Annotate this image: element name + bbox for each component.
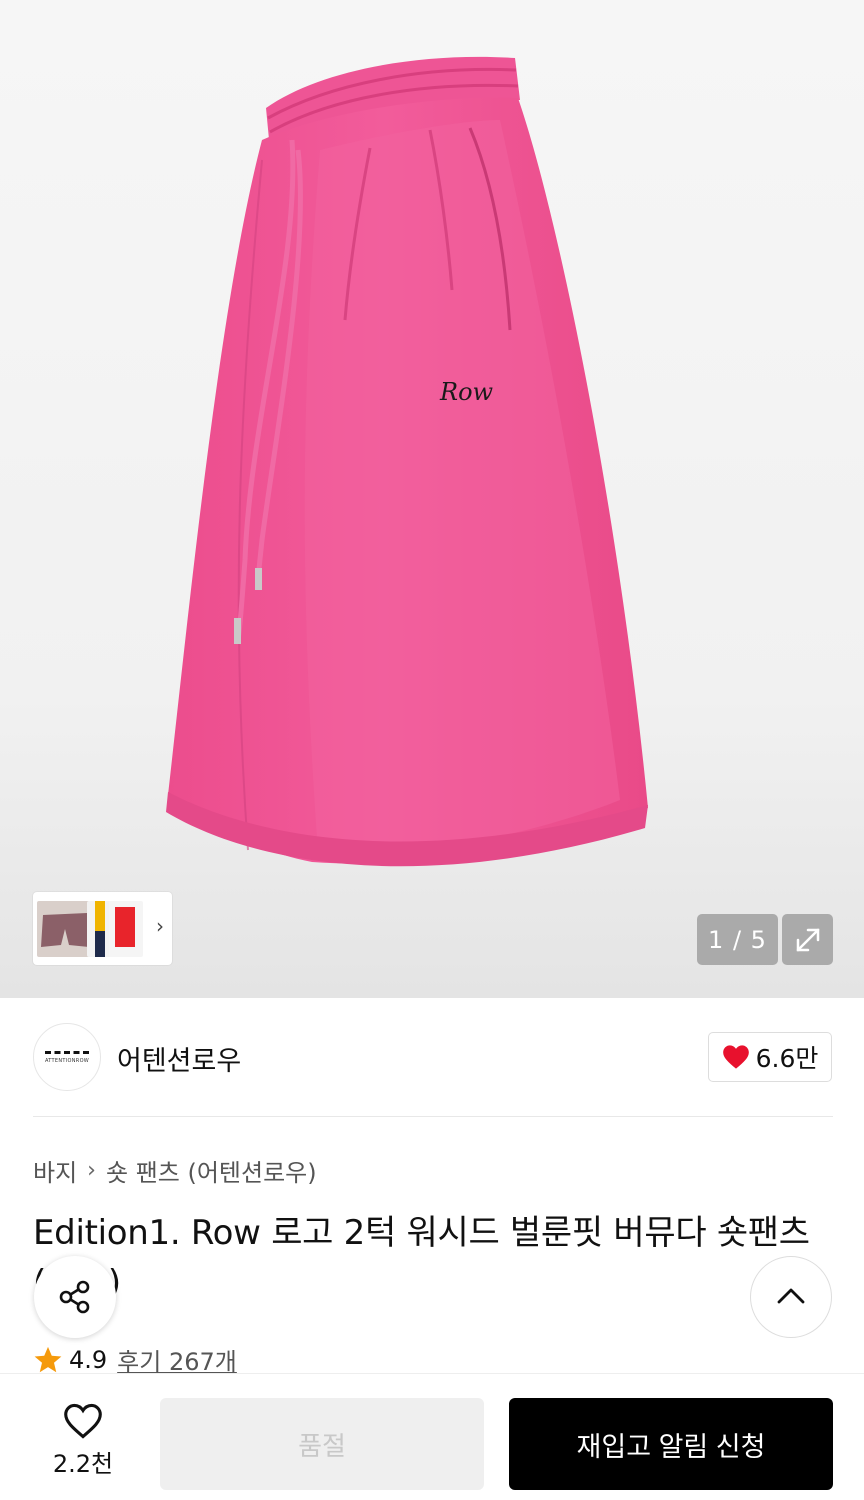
chevron-up-icon xyxy=(777,1288,805,1304)
thumbnail-3[interactable] xyxy=(109,900,143,957)
share-icon xyxy=(59,1280,90,1314)
brand-logo-text: ATTENTIONROW xyxy=(44,1057,90,1064)
rating-score: 4.9 xyxy=(69,1345,108,1374)
thumbnail-1[interactable] xyxy=(37,900,93,957)
brand-like-count: 6.6만 xyxy=(755,1044,819,1073)
heart-outline-icon xyxy=(64,1403,102,1439)
product-photo: Row xyxy=(166,56,648,867)
breadcrumb: 바지 › 숏 팬츠 (어텐션로우) xyxy=(33,1153,317,1188)
review-count-link[interactable]: 후기 267개 xyxy=(117,1342,237,1377)
divider xyxy=(33,1116,833,1117)
wishlist-button[interactable]: 2.2천 xyxy=(33,1402,133,1479)
chevron-right-icon: › xyxy=(87,1158,96,1183)
restock-alert-button[interactable]: 재입고 알림 신청 xyxy=(509,1398,833,1490)
product-title: Edition1. Row 로고 2턱 워시드 벌룬핏 버뮤다 숏팬츠 (핑크) xyxy=(33,1213,810,1303)
brand-logo-mark xyxy=(45,1050,89,1057)
product-logo-embroidery: Row xyxy=(439,378,494,406)
heart-filled-icon xyxy=(722,1045,749,1069)
soldout-button: 품절 xyxy=(160,1398,484,1490)
brand-like-button[interactable]: 6.6만 xyxy=(708,1032,832,1082)
star-icon xyxy=(34,1346,62,1372)
chevron-right-icon[interactable]: › xyxy=(156,916,164,936)
brand-name[interactable]: 어텐션로우 xyxy=(117,1039,241,1078)
thumbnail-strip[interactable]: › xyxy=(33,892,172,965)
rating-summary: 4.9 후기 267개 xyxy=(33,1342,237,1377)
breadcrumb-subcategory[interactable]: 숏 팬츠 (어텐션로우) xyxy=(106,1153,317,1188)
share-button[interactable] xyxy=(34,1256,116,1338)
image-counter: 1 / 5 xyxy=(697,914,778,965)
scroll-to-top-button[interactable] xyxy=(750,1256,832,1338)
expand-icon[interactable] xyxy=(782,914,833,965)
product-image-gallery[interactable]: Row › 1 / 5 xyxy=(0,0,864,998)
brand-logo[interactable]: ATTENTIONROW xyxy=(33,1023,101,1091)
breadcrumb-category[interactable]: 바지 xyxy=(33,1153,77,1188)
wishlist-count: 2.2천 xyxy=(52,1450,114,1478)
